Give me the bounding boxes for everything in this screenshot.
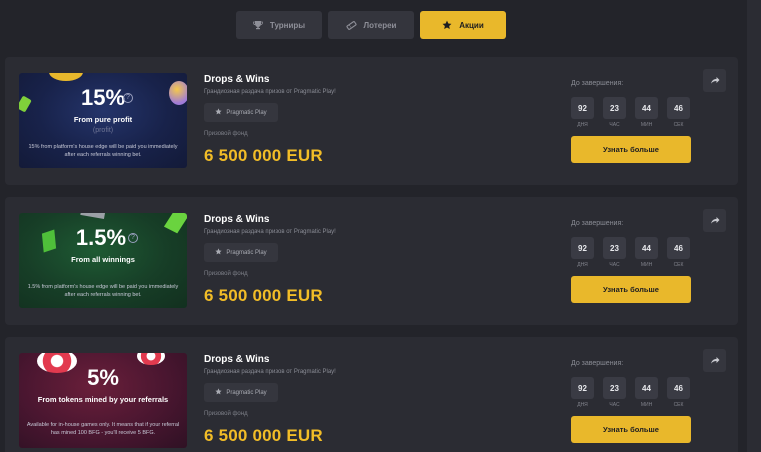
- countdown-hours: 23 ЧАС: [603, 97, 626, 128]
- banner-percent: 5%: [87, 365, 119, 390]
- coin-decoration: [49, 73, 83, 81]
- promo-subtitle: Грандиозная раздача призов от Pragmatic …: [204, 369, 336, 375]
- share-button[interactable]: [703, 209, 726, 232]
- banner-description: 1.5% from platform's house edge will be …: [27, 284, 179, 298]
- banner-subtitle: From all winnings: [71, 255, 135, 264]
- countdown-timer: 92 ДНЯ 23 ЧАС 44 МИН 46 СЕК: [571, 377, 690, 408]
- shard-decoration: [163, 213, 187, 234]
- promo-subtitle: Грандиозная раздача призов от Pragmatic …: [204, 229, 336, 235]
- banner-subtitle-secondary: (profit): [92, 127, 114, 134]
- share-icon: [710, 212, 720, 230]
- countdown-days: 92 ДНЯ: [571, 237, 594, 268]
- tab-bar: Турниры Лотереи Акции: [236, 11, 506, 39]
- trophy-icon: [253, 20, 263, 30]
- tab-lotteries-label: Лотереи: [363, 20, 397, 30]
- promo-card: 15% ? From pure profit (profit) 15% from…: [5, 57, 738, 185]
- learn-more-button[interactable]: Узнать больше: [571, 416, 691, 443]
- prize-fund-label: Призовой фонд: [204, 131, 248, 137]
- until-label: До завершения:: [571, 360, 624, 367]
- info-icon[interactable]: ?: [128, 233, 138, 243]
- prize-fund-label: Призовой фонд: [204, 411, 248, 417]
- tab-lotteries[interactable]: Лотереи: [328, 11, 414, 39]
- promo-banner[interactable]: 1.5% ? From all winnings 1.5% from platf…: [19, 213, 187, 308]
- provider-name: Pragmatic Play: [226, 109, 267, 116]
- learn-more-button[interactable]: Узнать больше: [571, 276, 691, 303]
- promo-banner[interactable]: 5% From tokens mined by your referrals A…: [19, 353, 187, 448]
- shard-decoration: [80, 213, 106, 220]
- countdown-hours: 23 ЧАС: [603, 377, 626, 408]
- provider-badge[interactable]: Pragmatic Play: [204, 103, 278, 122]
- banner-percent: 1.5%: [75, 225, 127, 250]
- banner-percent: 15%: [80, 85, 126, 110]
- star-icon: [215, 388, 222, 397]
- provider-badge[interactable]: Pragmatic Play: [204, 243, 278, 262]
- prize-fund-label: Призовой фонд: [204, 271, 248, 277]
- countdown-hours: 23 ЧАС: [603, 237, 626, 268]
- casino-chip-decoration: [137, 353, 165, 365]
- promo-card: 5% From tokens mined by your referrals A…: [5, 337, 738, 452]
- provider-badge[interactable]: Pragmatic Play: [204, 383, 278, 402]
- promo-title: Drops & Wins: [204, 354, 270, 365]
- learn-more-button[interactable]: Узнать больше: [571, 136, 691, 163]
- promo-title: Drops & Wins: [204, 74, 270, 85]
- share-icon: [710, 72, 720, 90]
- prize-fund-value: 6 500 000 EUR: [204, 286, 323, 305]
- tab-promotions-label: Акции: [459, 20, 484, 30]
- banner-description: 15% from platform's house edge will be p…: [28, 144, 178, 158]
- share-icon: [710, 352, 720, 370]
- star-icon: [215, 248, 222, 257]
- promo-title: Drops & Wins: [204, 214, 270, 225]
- prize-fund-value: 6 500 000 EUR: [204, 426, 323, 445]
- promo-card: 1.5% ? From all winnings 1.5% from platf…: [5, 197, 738, 325]
- countdown-days: 92 ДНЯ: [571, 97, 594, 128]
- banner-subtitle: From tokens mined by your referrals: [37, 395, 169, 404]
- countdown-minutes: 44 МИН: [635, 377, 658, 408]
- countdown-minutes: 44 МИН: [635, 237, 658, 268]
- star-icon: [215, 108, 222, 117]
- info-icon[interactable]: ?: [123, 93, 133, 103]
- share-button[interactable]: [703, 69, 726, 92]
- promo-subtitle: Грандиозная раздача призов от Pragmatic …: [204, 89, 336, 95]
- banner-subtitle: From pure profit: [73, 115, 133, 124]
- tab-tournaments-label: Турниры: [269, 20, 306, 30]
- provider-name: Pragmatic Play: [226, 389, 267, 396]
- provider-name: Pragmatic Play: [226, 249, 267, 256]
- countdown-seconds: 46 СЕК: [667, 97, 690, 128]
- until-label: До завершения:: [571, 80, 624, 87]
- share-button[interactable]: [703, 349, 726, 372]
- prize-fund-value: 6 500 000 EUR: [204, 146, 323, 165]
- until-label: До завершения:: [571, 220, 624, 227]
- promo-banner[interactable]: 15% ? From pure profit (profit) 15% from…: [19, 73, 187, 168]
- tab-promotions[interactable]: Акции: [420, 11, 506, 39]
- countdown-days: 92 ДНЯ: [571, 377, 594, 408]
- countdown-timer: 92 ДНЯ 23 ЧАС 44 МИН 46 СЕК: [571, 237, 690, 268]
- countdown-seconds: 46 СЕК: [667, 237, 690, 268]
- ticket-icon: [345, 20, 357, 31]
- scrollbar-track[interactable]: [747, 0, 761, 452]
- tab-tournaments[interactable]: Турниры: [236, 11, 322, 39]
- countdown-minutes: 44 МИН: [635, 97, 658, 128]
- countdown-seconds: 46 СЕК: [667, 377, 690, 408]
- banner-description: Available for in-house games only. It me…: [26, 422, 180, 436]
- countdown-timer: 92 ДНЯ 23 ЧАС 44 МИН 46 СЕК: [571, 97, 690, 128]
- star-icon: [442, 20, 452, 30]
